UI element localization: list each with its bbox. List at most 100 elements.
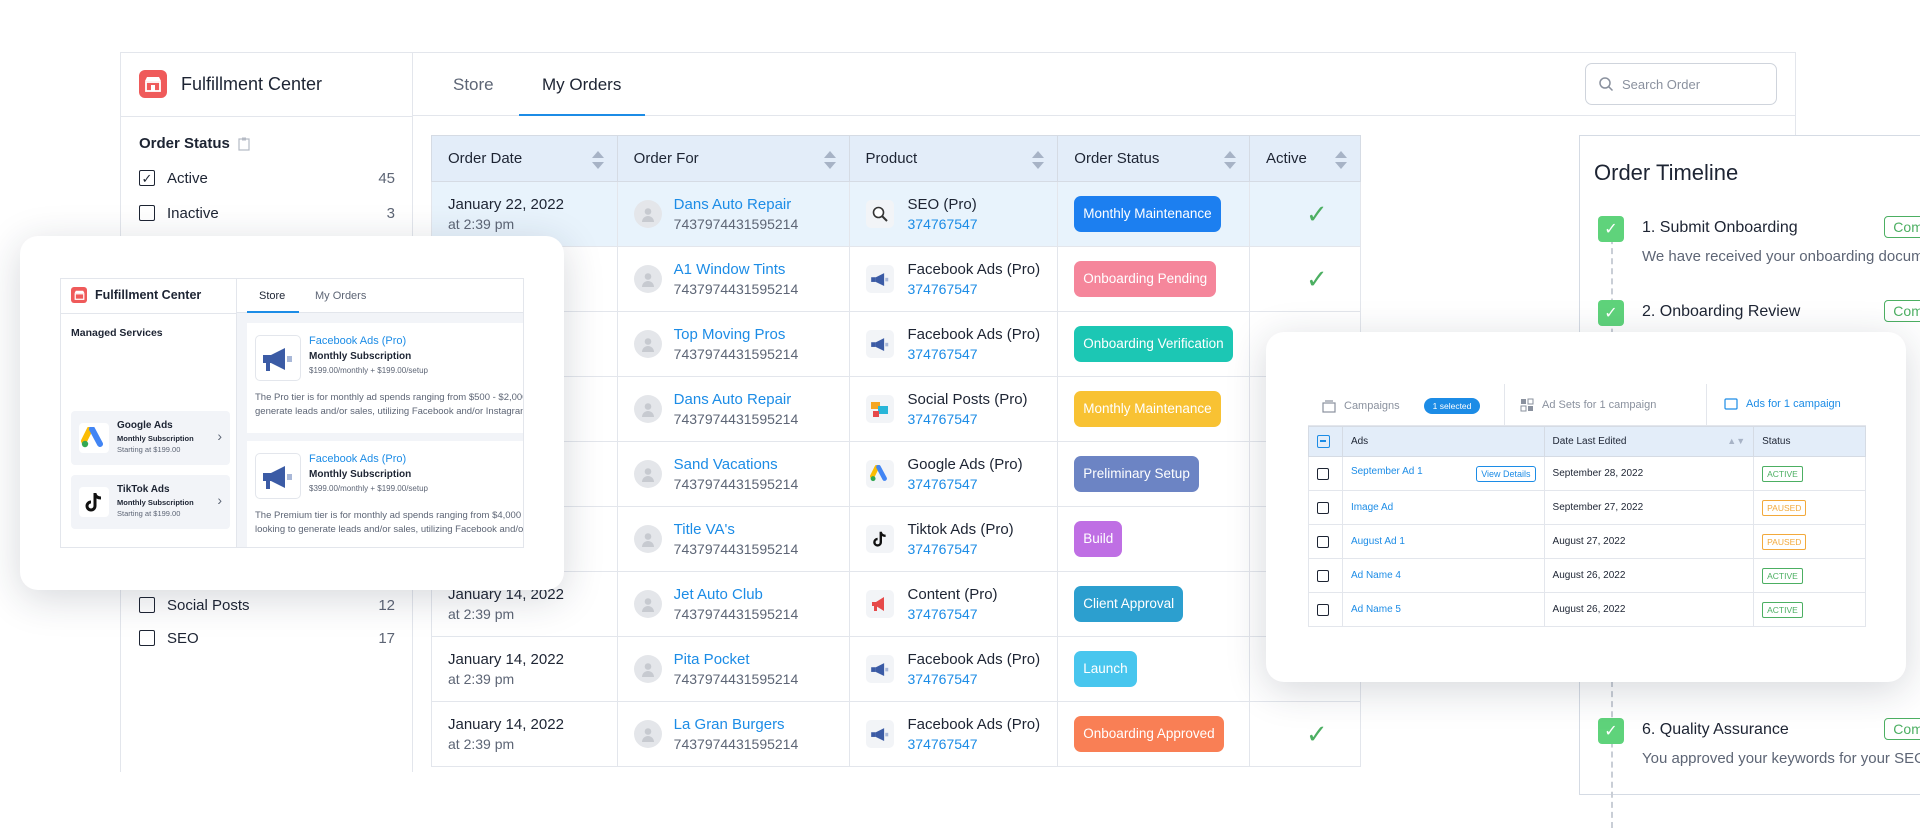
table-row[interactable]: Title VA's 7437974431595214 Tiktok Ads (Pr… xyxy=(431,506,1361,572)
checkbox[interactable] xyxy=(139,597,155,613)
row-checkbox[interactable] xyxy=(1317,501,1329,514)
tab-adsets[interactable]: Ad Sets for 1 campaign xyxy=(1520,398,1656,412)
table-row[interactable]: Top Moving Pros 7437974431595214 Facebook … xyxy=(431,311,1361,377)
table-row[interactable]: Dans Auto Repair 7437974431595214 Social P… xyxy=(431,376,1361,442)
checkbox[interactable] xyxy=(139,205,155,221)
ads-row[interactable]: Ad Name 5 August 26, 2022 ACTIVE xyxy=(1308,592,1866,627)
order-date: January 14, 2022 xyxy=(448,716,564,733)
customer-link[interactable]: Dans Auto Repair xyxy=(674,196,799,213)
tab-store[interactable]: Store xyxy=(453,75,494,95)
ad-name-link[interactable]: Ad Name 5 xyxy=(1351,604,1401,615)
status-pill[interactable]: Launch xyxy=(1074,651,1137,687)
order-for-cell: Jet Auto Club 7437974431595214 xyxy=(616,571,850,637)
header-ads[interactable]: Ads xyxy=(1341,426,1545,457)
clipboard-icon[interactable] xyxy=(238,137,250,151)
row-checkbox-cell[interactable] xyxy=(1308,558,1343,593)
customer-link[interactable]: A1 Window Tints xyxy=(674,261,799,278)
order-time: at 2:39 pm xyxy=(448,736,515,752)
customer-link[interactable]: Sand Vacations xyxy=(674,456,799,473)
service-tiktok-ads[interactable]: TikTok Ads Monthly Subscription Starting… xyxy=(71,475,230,529)
header-date[interactable]: Date Last Edited ▲▼ xyxy=(1543,426,1755,457)
customer-link[interactable]: La Gran Burgers xyxy=(674,716,799,733)
product-card[interactable]: Facebook Ads (Pro) Monthly Subscription … xyxy=(247,323,523,433)
table-row[interactable]: January 22, 2022 at 2:39 pm Dans Auto Repa… xyxy=(431,181,1361,247)
product-id-link[interactable]: 374767547 xyxy=(908,736,1041,752)
header-order-date[interactable]: Order Date xyxy=(431,135,618,182)
checkbox[interactable] xyxy=(139,630,155,646)
product-id-link[interactable]: 374767547 xyxy=(908,281,1041,297)
checkbox-checked[interactable]: ✓ xyxy=(139,170,155,186)
tab-my-orders[interactable]: My Orders xyxy=(542,75,621,95)
avatar xyxy=(633,200,662,228)
row-checkbox-cell[interactable] xyxy=(1308,490,1343,525)
product-id-link[interactable]: 374767547 xyxy=(908,476,1023,492)
sort-icon[interactable] xyxy=(591,149,605,171)
sort-icon[interactable] xyxy=(1223,149,1237,171)
view-details-button[interactable]: View Details xyxy=(1476,465,1536,482)
header-order-status[interactable]: Order Status xyxy=(1057,135,1251,182)
table-row[interactable]: January 14, 2022 at 2:39 pm La Gran Burger… xyxy=(431,701,1361,767)
sort-icon[interactable]: ▲▼ xyxy=(1727,436,1745,446)
row-checkbox[interactable] xyxy=(1317,467,1329,480)
tab-campaigns[interactable]: Campaigns 1 selected xyxy=(1322,398,1481,414)
social-posts-icon xyxy=(865,395,894,423)
select-all-checkbox[interactable] xyxy=(1317,435,1330,448)
status-pill[interactable]: Preliminary Setup xyxy=(1074,456,1199,492)
row-checkbox[interactable] xyxy=(1317,535,1329,548)
status-pill[interactable]: Onboarding Pending xyxy=(1074,261,1217,297)
status-pill[interactable]: Build xyxy=(1074,521,1123,557)
ads-row[interactable]: Ad Name 4 August 26, 2022 ACTIVE xyxy=(1308,558,1866,593)
table-row[interactable]: Sand Vacations 7437974431595214 Google Ads… xyxy=(431,441,1361,507)
status-pill[interactable]: Onboarding Approved xyxy=(1074,716,1224,752)
row-checkbox[interactable] xyxy=(1317,603,1329,616)
header-order-for[interactable]: Order For xyxy=(616,135,850,182)
row-checkbox-cell[interactable] xyxy=(1308,524,1343,559)
product-id-link[interactable]: 374767547 xyxy=(908,346,1041,362)
filter-social-posts[interactable]: Social Posts 12 xyxy=(139,594,395,616)
ad-name-link[interactable]: Ad Name 4 xyxy=(1351,570,1401,581)
header-product[interactable]: Product xyxy=(848,135,1059,182)
ad-name-link[interactable]: September Ad 1 xyxy=(1351,466,1423,477)
row-checkbox[interactable] xyxy=(1317,569,1329,582)
filter-active[interactable]: ✓ Active 45 xyxy=(139,167,395,189)
mini-tab-store[interactable]: Store xyxy=(259,290,285,302)
sort-icon[interactable] xyxy=(1031,149,1045,171)
status-pill[interactable]: Monthly Maintenance xyxy=(1074,196,1221,232)
header-status[interactable]: Status xyxy=(1753,426,1866,457)
filter-seo[interactable]: SEO 17 xyxy=(139,627,395,649)
product-card[interactable]: Facebook Ads (Pro) Monthly Subscription … xyxy=(247,441,523,547)
customer-link[interactable]: Title VA's xyxy=(674,521,799,538)
sort-icon[interactable] xyxy=(1334,149,1348,171)
row-checkbox-cell[interactable] xyxy=(1308,592,1343,627)
table-row[interactable]: January 14, 2022 at 2:39 pm Jet Auto Club 7… xyxy=(431,571,1361,637)
product-id-link[interactable]: 374767547 xyxy=(908,411,1028,427)
status-pill[interactable]: Client Approval xyxy=(1074,586,1184,622)
product-id-link[interactable]: 374767547 xyxy=(908,671,1041,687)
filter-inactive[interactable]: Inactive 3 xyxy=(139,202,395,224)
table-row[interactable]: January 14, 2022 at 2:39 pm Pita Pocket 743… xyxy=(431,636,1361,702)
customer-link[interactable]: Jet Auto Club xyxy=(674,586,799,603)
header-active[interactable]: Active xyxy=(1249,135,1361,182)
product-id-link[interactable]: 374767547 xyxy=(908,216,978,232)
select-all-cell[interactable] xyxy=(1308,426,1343,457)
customer-link[interactable]: Dans Auto Repair xyxy=(674,391,799,408)
customer-link[interactable]: Top Moving Pros xyxy=(674,326,799,343)
status-pill[interactable]: Onboarding Verification xyxy=(1074,326,1233,362)
ads-row[interactable]: September Ad 1 View Details September 28, … xyxy=(1308,456,1866,491)
search-input[interactable]: Search Order xyxy=(1585,63,1777,105)
ads-row[interactable]: Image Ad September 27, 2022 PAUSED xyxy=(1308,490,1866,525)
status-pill[interactable]: Monthly Maintenance xyxy=(1074,391,1221,427)
ads-row[interactable]: August Ad 1 August 27, 2022 PAUSED xyxy=(1308,524,1866,559)
sort-icon[interactable] xyxy=(823,149,837,171)
ad-name-link[interactable]: Image Ad xyxy=(1351,502,1393,513)
mini-tab-my-orders[interactable]: My Orders xyxy=(315,290,366,302)
customer-link[interactable]: Pita Pocket xyxy=(674,651,799,668)
row-checkbox-cell[interactable] xyxy=(1308,456,1343,491)
ad-name-link[interactable]: August Ad 1 xyxy=(1351,536,1405,547)
check-icon: ✓ xyxy=(1598,216,1624,242)
product-id-link[interactable]: 374767547 xyxy=(908,541,1014,557)
tab-ads[interactable]: Ads for 1 campaign xyxy=(1724,398,1841,410)
table-row[interactable]: A1 Window Tints 7437974431595214 Facebook … xyxy=(431,246,1361,312)
service-google-ads[interactable]: Google Ads Monthly Subscription Starting… xyxy=(71,411,230,465)
product-id-link[interactable]: 374767547 xyxy=(908,606,998,622)
